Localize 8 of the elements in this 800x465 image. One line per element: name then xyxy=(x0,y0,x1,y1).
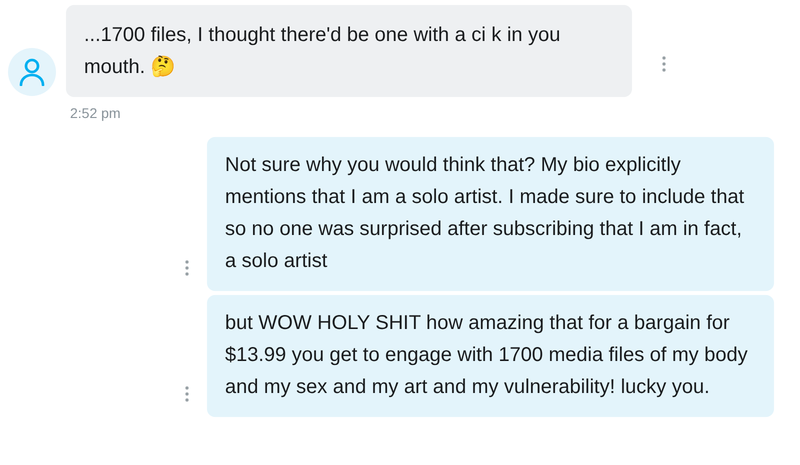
avatar-icon[interactable] xyxy=(8,48,56,96)
more-icon[interactable] xyxy=(185,260,189,276)
message-bubble: ...1700 files, I thought there'd be one with a ci k in you mouth. 🤔 xyxy=(66,5,632,97)
more-icon[interactable] xyxy=(662,56,666,72)
more-icon[interactable] xyxy=(185,386,189,402)
message-bubble: but WOW HOLY SHIT how amazing that for a bargain for $13.99 you get to engage with 1700 media files of my body and my sex and my art and my vulnerability! lucky you. xyxy=(207,295,774,417)
message-bubble: Not sure why you would think that? My bio explicitly mentions that I am a solo artist. I made sure to include that so no one was surprised after subscribing that I am in fact, a solo artist xyxy=(207,137,774,291)
message-time: 2:52 pm xyxy=(70,105,122,121)
